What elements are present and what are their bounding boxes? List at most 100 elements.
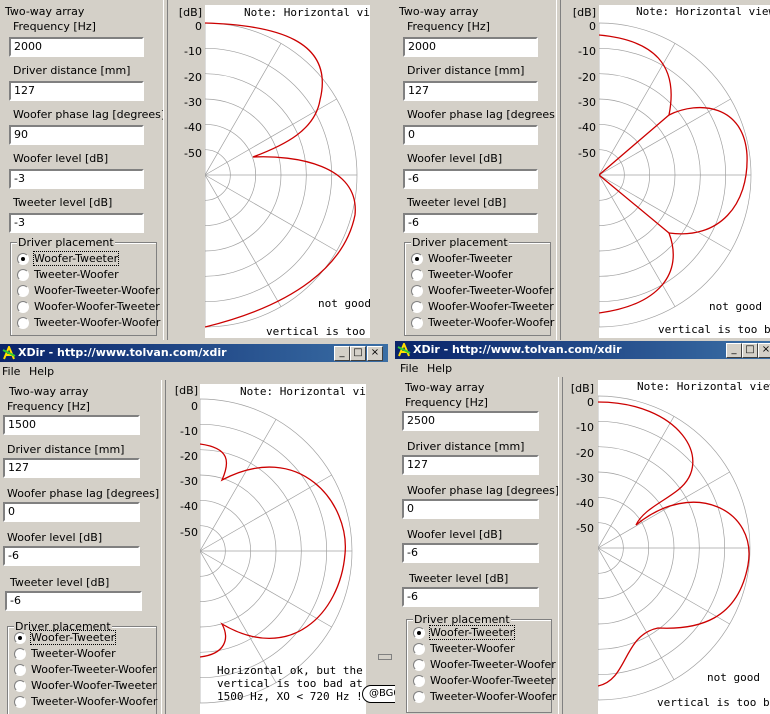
tweeter-level-input[interactable]: -6 bbox=[402, 587, 539, 607]
driver-distance-label: Driver distance [mm] bbox=[407, 64, 525, 77]
db-axis-label: [dB] bbox=[572, 6, 596, 19]
woofer-level-input[interactable]: -6 bbox=[3, 546, 140, 566]
comment-line: vertical is too bad at bbox=[217, 677, 363, 690]
db-axis-label: [dB] bbox=[174, 384, 198, 397]
db-tick: -40 bbox=[578, 121, 596, 134]
close-button[interactable]: × bbox=[367, 346, 383, 361]
db-tick: -30 bbox=[576, 472, 594, 485]
grid-spoke bbox=[599, 43, 676, 176]
polar-plot: Note: Horizontal view not good vertical … bbox=[599, 5, 770, 338]
db-tick: -10 bbox=[180, 425, 198, 438]
grid-spoke bbox=[200, 550, 332, 628]
driver-distance-input[interactable]: 127 bbox=[3, 458, 140, 478]
polar-plot-svg bbox=[599, 22, 752, 328]
comment-line: 1500 Hz, XO < 720 Hz ! bbox=[217, 690, 363, 703]
db-axis-ticks: [dB] 0 -10 -20 -30 -40 -50 bbox=[168, 0, 204, 340]
radio-empty-icon bbox=[17, 285, 29, 297]
radio-empty-icon bbox=[14, 680, 26, 692]
polar-grid bbox=[599, 22, 752, 328]
tweeter-level-input[interactable]: -6 bbox=[403, 213, 538, 233]
maximize-button[interactable]: □ bbox=[742, 343, 758, 358]
window-titlebar[interactable]: XDir - http://www.tolvan.com/xdir _ □ × bbox=[0, 344, 388, 362]
menu-help[interactable]: Help bbox=[427, 362, 452, 375]
frequency-input[interactable]: 2000 bbox=[9, 37, 144, 57]
panel-bottom-right: XDir - http://www.tolvan.com/xdir _ □ × … bbox=[395, 341, 770, 714]
panel-top-left: Two-way array Frequency [Hz] 2000 Driver… bbox=[0, 0, 385, 340]
minimize-button[interactable]: _ bbox=[334, 346, 350, 361]
woofer-phase-input[interactable]: 0 bbox=[3, 502, 140, 522]
driver-placement-group: Driver placement Woofer-Tweeter Tweeter-… bbox=[10, 236, 160, 336]
radio-empty-icon bbox=[17, 301, 29, 313]
frequency-input[interactable]: 1500 bbox=[3, 415, 140, 435]
grid-spoke bbox=[599, 98, 731, 176]
note-text: Note: Horizontal view bbox=[244, 6, 370, 19]
radio-empty-icon bbox=[17, 269, 29, 281]
panel-splitter[interactable] bbox=[556, 0, 561, 340]
menu-file[interactable]: File bbox=[2, 365, 20, 378]
polar-plot: Note: Horizontal view Horizontal ok, but… bbox=[200, 384, 366, 714]
woofer-level-input[interactable]: -6 bbox=[402, 543, 539, 563]
radio-empty-icon bbox=[411, 301, 423, 313]
directivity-curve bbox=[598, 401, 750, 687]
radio-selected-icon bbox=[411, 253, 423, 265]
db-tick: -50 bbox=[576, 522, 594, 535]
menu-help[interactable]: Help bbox=[29, 365, 54, 378]
db-tick: -30 bbox=[180, 475, 198, 488]
directivity-curve bbox=[599, 34, 748, 314]
note-text: Note: Horizontal view bbox=[637, 380, 770, 393]
frequency-input[interactable]: 2000 bbox=[403, 37, 538, 57]
maximize-button[interactable]: □ bbox=[350, 346, 366, 361]
tweeter-level-label: Tweeter level [dB] bbox=[407, 196, 507, 209]
comment-line: vertical is too bad bbox=[266, 325, 370, 338]
radio-empty-icon bbox=[14, 696, 26, 708]
polar-plot: Note: Horizontal view not good vertical … bbox=[205, 5, 370, 338]
woofer-phase-input[interactable]: 0 bbox=[402, 499, 539, 519]
grid-spoke bbox=[200, 419, 277, 552]
grid-spoke bbox=[598, 471, 730, 549]
array-type-label: Two-way array bbox=[5, 5, 85, 18]
db-axis-label: [dB] bbox=[570, 382, 594, 395]
array-type-label: Two-way array bbox=[399, 5, 479, 18]
grid-spoke bbox=[599, 174, 731, 252]
driver-distance-input[interactable]: 127 bbox=[403, 81, 538, 101]
db-axis-ticks: [dB] 0 -10 -20 -30 -40 -50 bbox=[562, 0, 598, 340]
grid-spoke bbox=[200, 474, 332, 552]
db-axis-label: [dB] bbox=[178, 6, 202, 19]
comment-line: not good bbox=[709, 300, 762, 313]
driver-distance-input[interactable]: 127 bbox=[9, 81, 144, 101]
radio-empty-icon bbox=[411, 285, 423, 297]
minimize-button[interactable]: _ bbox=[726, 343, 742, 358]
driver-distance-input[interactable]: 127 bbox=[402, 455, 539, 475]
db-tick: -20 bbox=[576, 447, 594, 460]
frequency-input[interactable]: 2500 bbox=[402, 411, 539, 431]
db-tick: -10 bbox=[576, 421, 594, 434]
tweeter-level-label: Tweeter level [dB] bbox=[10, 576, 110, 589]
frequency-label: Frequency [Hz] bbox=[405, 396, 488, 409]
window-title: XDir - http://www.tolvan.com/xdir bbox=[413, 343, 622, 356]
db-tick: -20 bbox=[180, 450, 198, 463]
window-title: XDir - http://www.tolvan.com/xdir bbox=[18, 346, 227, 359]
woofer-level-label: Woofer level [dB] bbox=[407, 152, 503, 165]
radio-selected-icon bbox=[17, 253, 29, 265]
directivity-curve-lobe bbox=[599, 114, 670, 234]
driver-distance-label: Driver distance [mm] bbox=[13, 64, 131, 77]
tweeter-level-input[interactable]: -3 bbox=[9, 213, 144, 233]
frequency-label: Frequency [Hz] bbox=[13, 20, 96, 33]
close-button[interactable]: × bbox=[758, 343, 770, 358]
woofer-phase-input[interactable]: 90 bbox=[9, 125, 144, 145]
woofer-level-input[interactable]: -3 bbox=[9, 169, 144, 189]
db-axis-ticks: [dB] 0 -10 -20 -30 -40 -50 bbox=[560, 377, 596, 714]
woofer-level-label: Woofer level [dB] bbox=[13, 152, 109, 165]
frequency-label: Frequency [Hz] bbox=[7, 400, 90, 413]
radio-selected-icon bbox=[413, 627, 425, 639]
db-tick: -50 bbox=[184, 147, 202, 160]
comment-line: vertical is too bad bbox=[657, 696, 770, 709]
radio-selected-icon bbox=[14, 632, 26, 644]
tweeter-level-input[interactable]: -6 bbox=[5, 591, 142, 611]
menu-file[interactable]: File bbox=[400, 362, 418, 375]
woofer-phase-input[interactable]: 0 bbox=[403, 125, 538, 145]
radio-empty-icon bbox=[413, 675, 425, 687]
woofer-level-input[interactable]: -6 bbox=[403, 169, 538, 189]
window-titlebar[interactable]: XDir - http://www.tolvan.com/xdir _ □ × bbox=[395, 341, 770, 359]
array-type-label: Two-way array bbox=[9, 385, 89, 398]
